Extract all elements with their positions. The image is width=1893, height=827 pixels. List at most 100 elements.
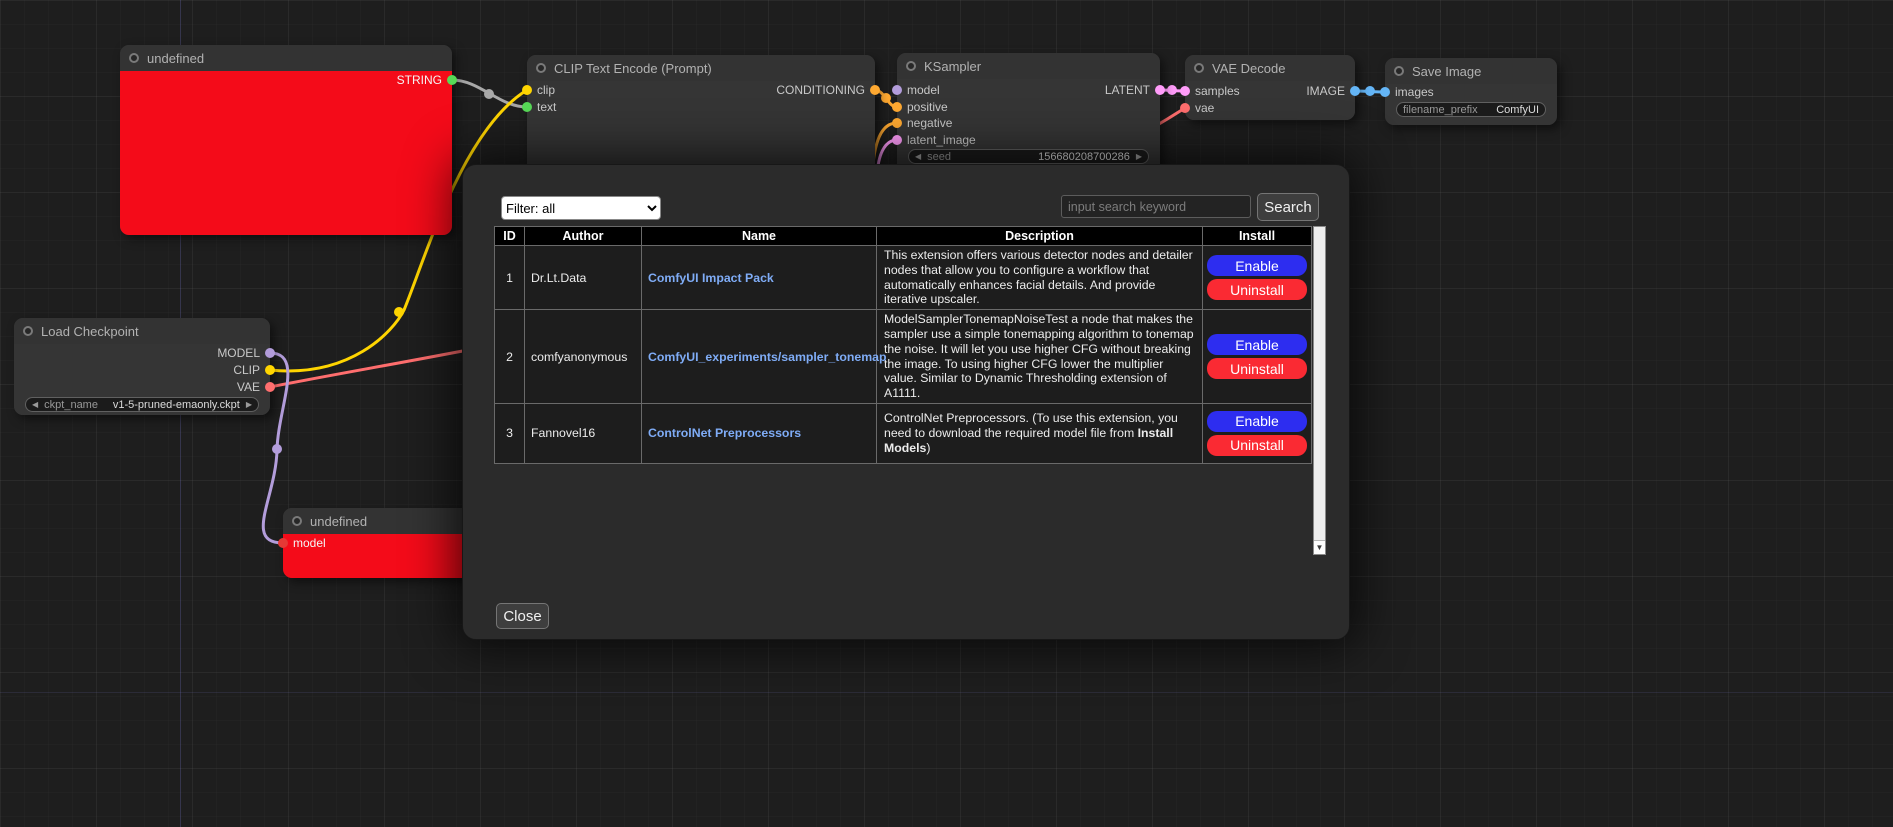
uninstall-button[interactable]: Uninstall	[1207, 358, 1307, 379]
scroll-down-icon[interactable]: ▼	[1314, 540, 1325, 554]
node-header[interactable]: undefined	[120, 45, 452, 71]
widget-label: ckpt_name	[44, 399, 98, 411]
uninstall-button[interactable]: Uninstall	[1207, 279, 1307, 300]
extension-name-cell: ComfyUI_experiments/sampler_tonemap	[642, 310, 877, 404]
node-vae-decode[interactable]: VAE Decode samples vae IMAGE	[1185, 55, 1355, 120]
close-button[interactable]: Close	[496, 603, 549, 629]
model-slot-dot-icon[interactable]	[265, 348, 275, 358]
image-slot-dot-icon[interactable]	[1380, 87, 1390, 97]
input-slot-vae[interactable]: vae	[1185, 100, 1214, 116]
node-header[interactable]: VAE Decode	[1185, 55, 1355, 81]
wire-midpoint-dot	[272, 444, 282, 454]
decrement-arrow-icon[interactable]: ◀	[32, 401, 38, 409]
output-slot-conditioning[interactable]: CONDITIONING	[776, 82, 875, 98]
output-slot-vae[interactable]: VAE	[237, 379, 270, 395]
input-slot-negative[interactable]: negative	[897, 115, 952, 131]
table-scrollbar[interactable]: ▼	[1313, 226, 1326, 555]
node-save-image[interactable]: Save Image images filename_prefix ComfyU…	[1385, 58, 1557, 125]
input-slot-positive[interactable]: positive	[897, 99, 948, 115]
node-undefined-top[interactable]: undefined STRING	[120, 45, 452, 235]
slot-label: STRING	[397, 73, 442, 87]
input-slot-latent-image[interactable]: latent_image	[897, 132, 976, 148]
node-header[interactable]: KSampler	[897, 53, 1160, 79]
extension-table-body: 1Dr.Lt.DataComfyUI Impact PackThis exten…	[495, 246, 1312, 464]
string-slot-dot-icon[interactable]	[447, 75, 457, 85]
input-slot-images[interactable]: images	[1385, 84, 1434, 100]
wire-midpoint-dot	[394, 307, 404, 317]
latent-slot-dot-icon[interactable]	[1180, 86, 1190, 96]
input-slot-samples[interactable]: samples	[1185, 83, 1240, 99]
node-title: Load Checkpoint	[41, 324, 139, 339]
output-slot-model[interactable]: MODEL	[217, 345, 270, 361]
extension-link[interactable]: ControlNet Preprocessors	[648, 426, 801, 440]
image-slot-dot-icon[interactable]	[1350, 86, 1360, 96]
latent-slot-dot-icon[interactable]	[892, 135, 902, 145]
vae-slot-dot-icon[interactable]	[1180, 103, 1190, 113]
increment-arrow-icon[interactable]: ▶	[1136, 153, 1142, 161]
slot-label: CONDITIONING	[776, 83, 865, 97]
node-header[interactable]: CLIP Text Encode (Prompt)	[527, 55, 875, 81]
conditioning-slot-dot-icon[interactable]	[892, 118, 902, 128]
slot-label: VAE	[237, 380, 260, 394]
wire-midpoint-dot	[1167, 85, 1177, 95]
model-slot-dot-icon[interactable]	[892, 85, 902, 95]
search-button[interactable]: Search	[1257, 193, 1319, 221]
latent-slot-dot-icon[interactable]	[1155, 85, 1165, 95]
graph-canvas[interactable]: { "colors": { "canvas_bg": "#1E1E1E", "n…	[0, 0, 1893, 827]
output-slot-image[interactable]: IMAGE	[1306, 83, 1355, 99]
column-header-name: Name	[642, 227, 877, 246]
model-slot-dot-icon[interactable]	[278, 538, 288, 548]
seed-widget[interactable]: ◀ seed 156680208700286 ▶	[908, 149, 1149, 164]
input-slot-clip[interactable]: clip	[527, 82, 555, 98]
slot-label: MODEL	[217, 346, 260, 360]
input-slot-model[interactable]: model	[897, 82, 940, 98]
conditioning-slot-dot-icon[interactable]	[892, 102, 902, 112]
filename-prefix-widget[interactable]: filename_prefix ComfyUI	[1396, 102, 1546, 117]
extension-link[interactable]: ComfyUI Impact Pack	[648, 271, 774, 285]
node-title: undefined	[310, 514, 367, 529]
output-slot-latent[interactable]: LATENT	[1105, 82, 1160, 98]
ckpt-name-widget[interactable]: ◀ ckpt_name v1-5-pruned-emaonly.ckpt ▶	[25, 397, 259, 412]
clip-slot-dot-icon[interactable]	[265, 365, 275, 375]
slot-label: IMAGE	[1306, 84, 1345, 98]
slot-label: clip	[537, 83, 555, 97]
increment-arrow-icon[interactable]: ▶	[246, 401, 252, 409]
string-slot-dot-icon[interactable]	[522, 102, 532, 112]
filter-select[interactable]: Filter: all	[501, 196, 661, 220]
widget-value: 156680208700286	[1038, 151, 1130, 163]
clip-slot-dot-icon[interactable]	[522, 85, 532, 95]
vae-slot-dot-icon[interactable]	[265, 382, 275, 392]
widget-value: ComfyUI	[1496, 104, 1539, 116]
node-title: CLIP Text Encode (Prompt)	[554, 61, 712, 76]
output-slot-clip[interactable]: CLIP	[233, 362, 270, 378]
extension-id: 3	[495, 403, 525, 463]
enable-button[interactable]: Enable	[1207, 255, 1307, 276]
uninstall-button[interactable]: Uninstall	[1207, 435, 1307, 456]
extension-row: 2comfyanonymousComfyUI_experiments/sampl…	[495, 310, 1312, 404]
slot-label: model	[293, 536, 326, 550]
output-slot-string[interactable]: STRING	[397, 72, 452, 88]
node-header[interactable]: Load Checkpoint	[14, 318, 270, 344]
widget-value: v1-5-pruned-emaonly.ckpt	[113, 399, 240, 411]
decrement-arrow-icon[interactable]: ◀	[915, 153, 921, 161]
slot-label: images	[1395, 85, 1434, 99]
enable-button[interactable]: Enable	[1207, 411, 1307, 432]
node-load-checkpoint[interactable]: Load Checkpoint MODEL CLIP VAE ◀ ckpt_na…	[14, 318, 270, 415]
collapse-dot-icon[interactable]	[906, 61, 916, 71]
node-title: undefined	[147, 51, 204, 66]
enable-button[interactable]: Enable	[1207, 334, 1307, 355]
search-input[interactable]	[1061, 195, 1251, 218]
input-slot-model[interactable]: model	[283, 535, 326, 551]
collapse-dot-icon[interactable]	[1394, 66, 1404, 76]
collapse-dot-icon[interactable]	[536, 63, 546, 73]
extension-link[interactable]: ComfyUI_experiments/sampler_tonemap	[648, 350, 887, 364]
collapse-dot-icon[interactable]	[23, 326, 33, 336]
node-header[interactable]: Save Image	[1385, 58, 1557, 84]
wire-midpoint-dot	[1365, 86, 1375, 96]
conditioning-slot-dot-icon[interactable]	[870, 85, 880, 95]
collapse-dot-icon[interactable]	[1194, 63, 1204, 73]
collapse-dot-icon[interactable]	[129, 53, 139, 63]
input-slot-text[interactable]: text	[527, 99, 556, 115]
column-header-description: Description	[877, 227, 1203, 246]
collapse-dot-icon[interactable]	[292, 516, 302, 526]
